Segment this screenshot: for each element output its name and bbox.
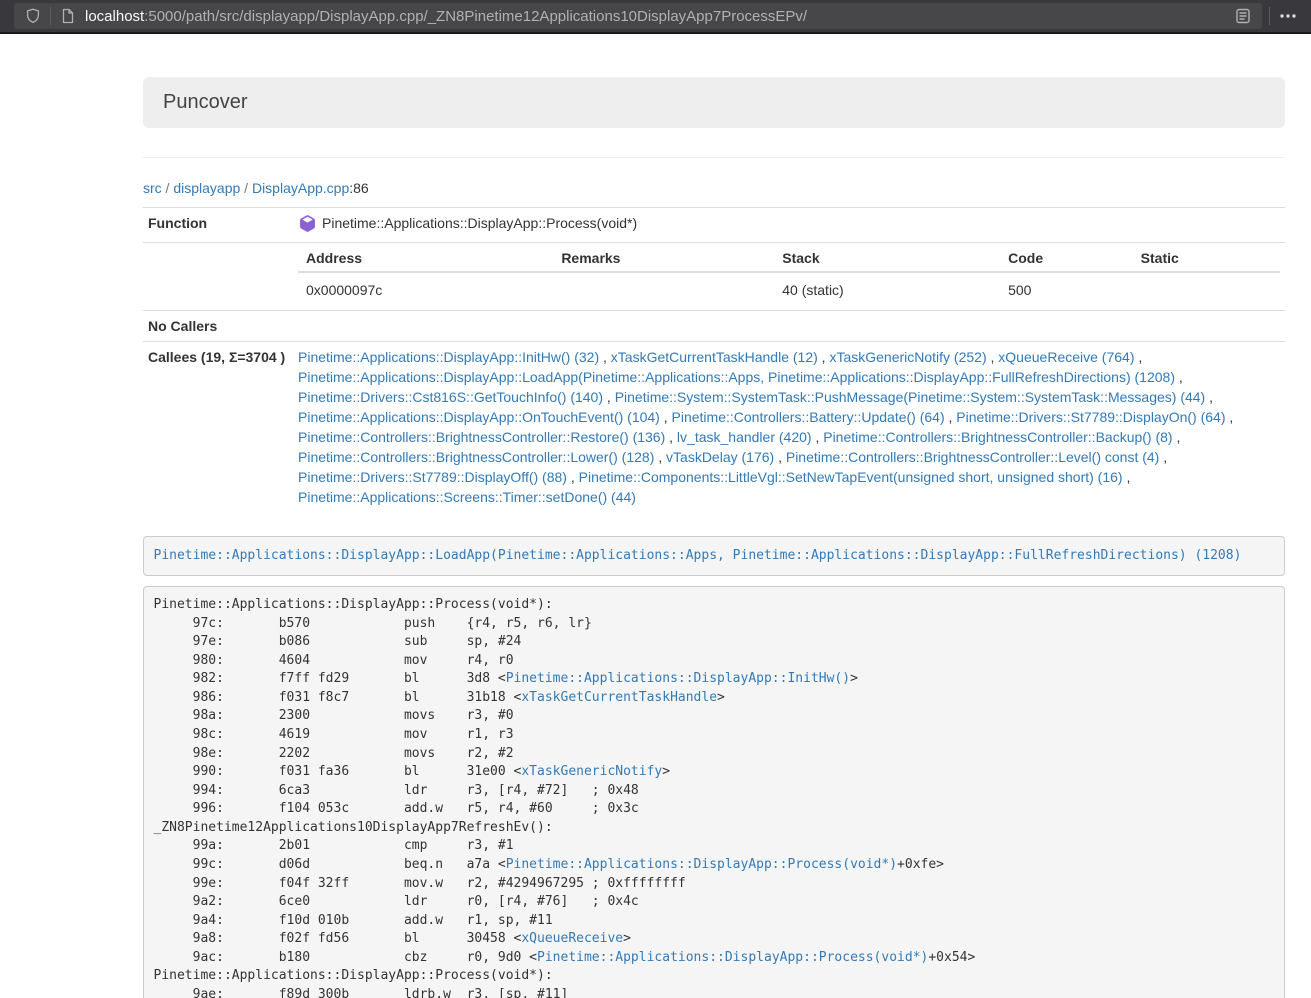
callee-separator: ,: [1205, 389, 1213, 405]
callee-link[interactable]: Pinetime::Drivers::St7789::DisplayOff() …: [298, 469, 567, 485]
breadcrumb-link[interactable]: DisplayApp.cpp: [252, 180, 349, 196]
page-content: Puncover src / displayapp / DisplayApp.c…: [143, 77, 1285, 998]
callee-separator: ,: [1159, 449, 1167, 465]
breadcrumb-link[interactable]: displayapp: [173, 180, 240, 196]
breadcrumb-separator: /: [240, 180, 252, 196]
callee-link[interactable]: Pinetime::Applications::DisplayApp::Load…: [298, 369, 1175, 385]
column-header-code: Code: [1000, 248, 1133, 272]
symbol-link[interactable]: xTaskGetCurrentTaskHandle: [521, 690, 717, 705]
callee-separator: ,: [945, 409, 957, 425]
url-host: localhost: [85, 8, 144, 25]
no-callers-row: No Callers: [143, 311, 1285, 342]
column-header-remarks: Remarks: [553, 248, 774, 272]
symbol-link[interactable]: Pinetime::Applications::DisplayApp::Proc…: [537, 950, 928, 965]
callee-link[interactable]: Pinetime::System::SystemTask::PushMessag…: [615, 389, 1206, 405]
toolbar-divider: [1269, 7, 1270, 25]
stats-value-row: 0x0000097c 40 (static)500: [298, 272, 1280, 305]
breadcrumb-separator: /: [162, 180, 174, 196]
callee-link[interactable]: Pinetime::Controllers::BrightnessControl…: [298, 429, 665, 445]
menu-dots-icon[interactable]: [1277, 5, 1299, 27]
snippet-function-link[interactable]: Pinetime::Applications::DisplayApp::Load…: [154, 548, 1242, 563]
package-icon: [299, 215, 316, 237]
callees-list: Pinetime::Applications::DisplayApp::Init…: [293, 342, 1285, 513]
function-table: Function Pinetime::Applications::Display…: [143, 207, 1285, 512]
callee-link[interactable]: Pinetime::Controllers::BrightnessControl…: [786, 449, 1159, 465]
breadcrumb-line-number: :86: [349, 180, 368, 196]
callees-label: Callees (19, Σ=3704 ): [143, 342, 293, 513]
divider: [143, 157, 1285, 158]
cell-stack: 40 (static): [774, 272, 1000, 305]
callee-separator: ,: [812, 429, 824, 445]
function-name: Pinetime::Applications::DisplayApp::Proc…: [322, 213, 637, 233]
url-path: :5000/path/src/displayapp/DisplayApp.cpp…: [144, 8, 807, 25]
function-row-label: Function: [143, 208, 293, 243]
urlbar-divider: [50, 7, 51, 25]
function-stats-row: AddressRemarksStackCodeStatic 0x0000097c…: [143, 243, 1285, 311]
page-title: Puncover: [163, 91, 248, 113]
callee-separator: ,: [1226, 409, 1234, 425]
callee-link[interactable]: Pinetime::Controllers::BrightnessControl…: [823, 429, 1172, 445]
cell-code: 500: [1000, 272, 1133, 305]
callee-link[interactable]: Pinetime::Applications::DisplayApp::Init…: [298, 349, 599, 365]
callee-separator: ,: [1123, 469, 1131, 485]
reader-mode-icon[interactable]: [1232, 5, 1254, 27]
column-header-stack: Stack: [774, 248, 1000, 272]
no-callers-label: No Callers: [143, 311, 293, 342]
function-stats-table: AddressRemarksStackCodeStatic 0x0000097c…: [298, 248, 1280, 305]
callee-separator: ,: [665, 429, 677, 445]
callee-separator: ,: [654, 449, 666, 465]
shield-icon[interactable]: [22, 5, 44, 27]
breadcrumb-link[interactable]: src: [143, 180, 162, 196]
url-bar[interactable]: localhost:5000/path/src/displayapp/Displ…: [14, 3, 1262, 29]
symbol-link[interactable]: xQueueReceive: [521, 931, 623, 946]
callee-link[interactable]: vTaskDelay (176): [666, 449, 774, 465]
callee-separator: ,: [1175, 369, 1183, 385]
callee-separator: ,: [1134, 349, 1142, 365]
cell-remarks: [553, 272, 774, 305]
callee-separator: ,: [603, 389, 615, 405]
callee-link[interactable]: xQueueReceive (764): [998, 349, 1134, 365]
stats-header-row: AddressRemarksStackCodeStatic: [298, 248, 1280, 272]
app-header: Puncover: [143, 77, 1285, 128]
symbol-link[interactable]: Pinetime::Applications::DisplayApp::Init…: [506, 671, 850, 686]
callee-separator: ,: [774, 449, 786, 465]
callee-link[interactable]: lv_task_handler (420): [677, 429, 812, 445]
source-snippet: Pinetime::Applications::DisplayApp::Load…: [143, 536, 1285, 576]
browser-toolbar: localhost:5000/path/src/displayapp/Displ…: [0, 0, 1311, 34]
symbol-link[interactable]: Pinetime::Applications::DisplayApp::Proc…: [506, 857, 897, 872]
callee-separator: ,: [1173, 429, 1181, 445]
column-header-static: Static: [1133, 248, 1280, 272]
column-header-address: Address: [298, 248, 553, 272]
callee-link[interactable]: xTaskGenericNotify (252): [829, 349, 986, 365]
cell-address: 0x0000097c: [298, 272, 553, 305]
callee-separator: ,: [660, 409, 672, 425]
assembly-listing: Pinetime::Applications::DisplayApp::Proc…: [143, 586, 1285, 998]
cell-static: [1133, 272, 1280, 305]
callee-link[interactable]: Pinetime::Controllers::BrightnessControl…: [298, 449, 654, 465]
symbol-link[interactable]: xTaskGenericNotify: [521, 764, 662, 779]
callee-link[interactable]: Pinetime::Controllers::Battery::Update()…: [672, 409, 945, 425]
function-row: Function Pinetime::Applications::Display…: [143, 208, 1285, 243]
callee-link[interactable]: Pinetime::Applications::DisplayApp::OnTo…: [298, 409, 660, 425]
callee-separator: ,: [567, 469, 579, 485]
callee-link[interactable]: Pinetime::Components::LittleVgl::SetNewT…: [579, 469, 1123, 485]
callee-link[interactable]: Pinetime::Drivers::St7789::DisplayOn() (…: [956, 409, 1225, 425]
callee-link[interactable]: Pinetime::Drivers::Cst816S::GetTouchInfo…: [298, 389, 603, 405]
callee-link[interactable]: Pinetime::Applications::Screens::Timer::…: [298, 489, 636, 505]
callees-row: Callees (19, Σ=3704 ) Pinetime::Applicat…: [143, 342, 1285, 513]
callee-separator: ,: [818, 349, 830, 365]
breadcrumb: src / displayapp / DisplayApp.cpp:86: [143, 180, 1285, 196]
callee-link[interactable]: xTaskGetCurrentTaskHandle (12): [611, 349, 818, 365]
callee-separator: ,: [599, 349, 611, 365]
url-text[interactable]: localhost:5000/path/src/displayapp/Displ…: [85, 8, 1232, 25]
callee-separator: ,: [987, 349, 999, 365]
page-icon[interactable]: [57, 5, 79, 27]
